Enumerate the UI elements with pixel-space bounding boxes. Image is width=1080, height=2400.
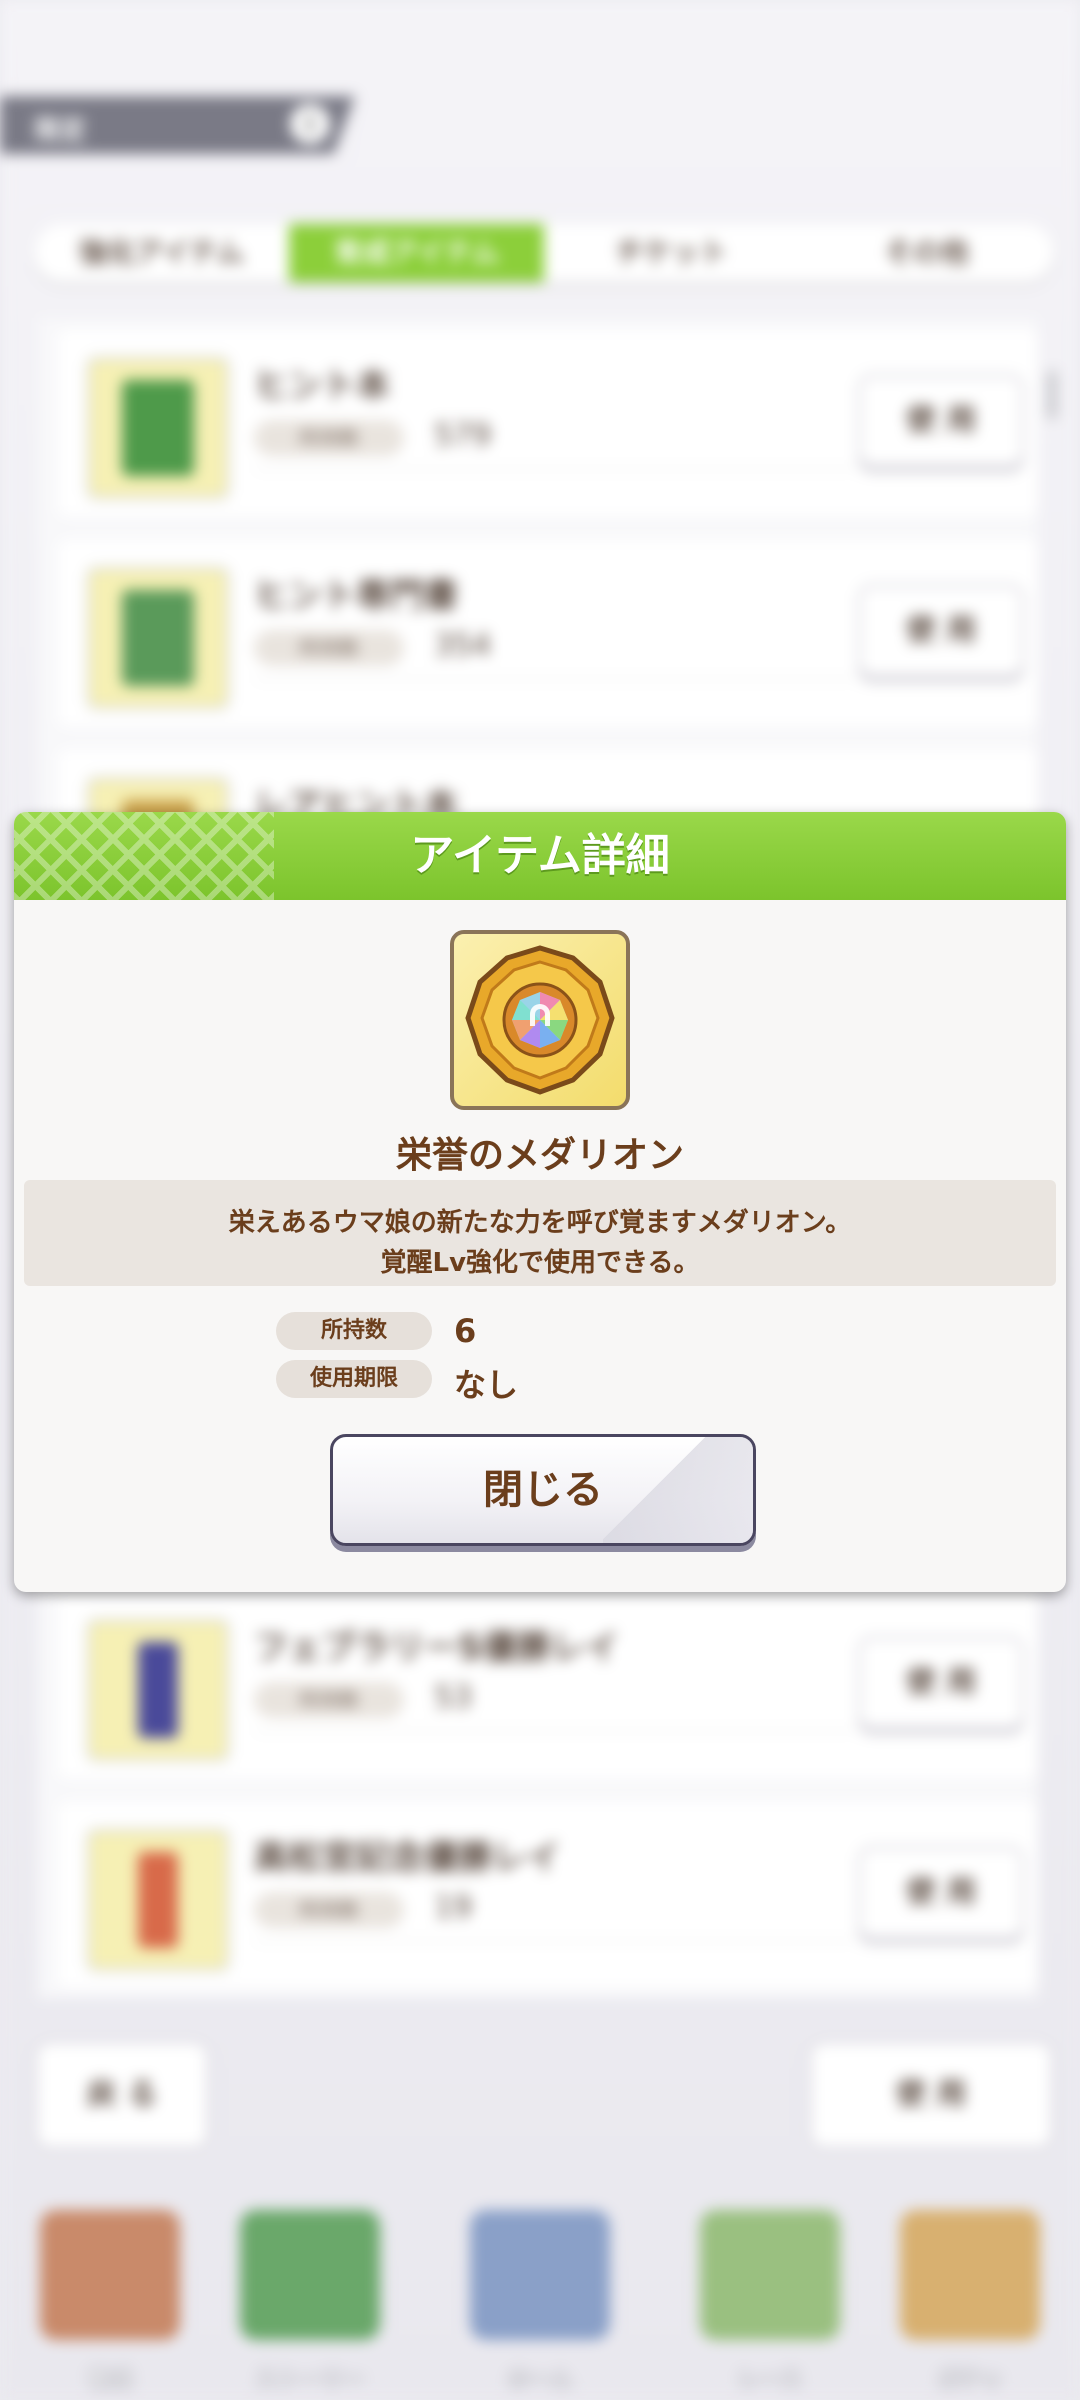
owned-count-label: 所持数	[276, 1312, 432, 1350]
nav-gacha[interactable]: ガチャ	[870, 2190, 1070, 2400]
item-name: ヒント専門書	[254, 576, 458, 616]
divider	[254, 678, 854, 680]
item-count: 354	[434, 628, 492, 663]
list-item: ヒント本 所持数 579 使 用	[58, 330, 1038, 516]
count-label: 所持数	[254, 630, 404, 666]
owned-count-value: 6	[454, 1312, 477, 1350]
nav-home[interactable]: ホーム	[440, 2190, 640, 2400]
tab-others[interactable]: その他	[799, 224, 1054, 282]
item-thumbnail	[86, 1618, 230, 1762]
nav-label: ホーム	[507, 2368, 573, 2393]
divider	[254, 1940, 854, 1942]
gacha-icon	[900, 2210, 1040, 2340]
item-count: 579	[434, 418, 492, 453]
item-name: ヒント本	[254, 366, 390, 406]
use-button[interactable]: 使 用	[858, 1636, 1024, 1730]
info-icon[interactable]: i	[290, 104, 330, 144]
item-thumbnail	[86, 566, 230, 710]
description-line: 栄えあるウマ娘の新たな力を呼び覚ますメダリオン。	[228, 1208, 852, 1238]
close-button-label: 閉じる	[483, 1467, 603, 1513]
building-icon	[470, 2210, 610, 2340]
item-thumbnail	[86, 1828, 230, 1972]
count-label: 所持数	[254, 420, 404, 456]
item-category-tabs: 強化アイテム 育成アイテム チケット その他	[34, 224, 1054, 282]
nav-training[interactable]: 育成	[10, 2190, 210, 2400]
nav-story[interactable]: ストーリー	[210, 2190, 410, 2400]
count-label: 所持数	[254, 1892, 404, 1928]
item-count: 53	[434, 1680, 473, 1715]
item-description: 栄えあるウマ娘の新たな力を呼び覚ますメダリオン。 覚醒Lv強化で使用できる。	[24, 1180, 1056, 1286]
screen-header-title: 限定	[34, 116, 87, 146]
divider	[254, 1730, 854, 1732]
sash-icon	[138, 1852, 178, 1948]
nav-label: ガチャ	[937, 2368, 1003, 2393]
use-button[interactable]: 使 用	[858, 584, 1024, 678]
book-icon	[122, 590, 194, 686]
expiry-label: 使用期限	[276, 1360, 432, 1398]
count-label: 所持数	[254, 1682, 404, 1718]
item-name: 高松宮記念優勝レイ	[254, 1838, 560, 1878]
nav-race[interactable]: レース	[670, 2190, 870, 2400]
book-icon	[240, 2210, 380, 2340]
list-item: 高松宮記念優勝レイ 所持数 19 使 用	[58, 1802, 1038, 1988]
dialog-header: アイテム詳細	[14, 812, 1066, 900]
nav-label: 育成	[87, 2368, 132, 2393]
dialog-title: アイテム詳細	[410, 830, 670, 881]
bottom-nav: 育成 ストーリー ホーム レース ガチャ	[0, 2190, 1080, 2400]
item-thumbnail	[86, 356, 230, 500]
divider	[254, 468, 854, 470]
confirm-use-button[interactable]: 使 用	[808, 2040, 1054, 2150]
use-button[interactable]: 使 用	[858, 1846, 1024, 1940]
back-button[interactable]: 戻 る	[34, 2040, 210, 2150]
close-button[interactable]: 閉じる	[330, 1434, 756, 1546]
character-icon	[40, 2210, 180, 2340]
item-detail-dialog: アイテム詳細 栄誉のメダリオン 栄えあるウマ娘の新たな力を呼び覚ますメダリオン。…	[14, 812, 1066, 1592]
screen-header: 限定 i	[0, 96, 355, 154]
item-name-title: 栄誉のメダリオン	[395, 1135, 684, 1176]
nav-label: ストーリー	[254, 2368, 365, 2393]
book-icon	[122, 380, 194, 476]
item-count: 19	[434, 1890, 473, 1925]
description-line: 覚醒Lv強化で使用できる。	[380, 1248, 700, 1278]
list-item: フェブラリーS優勝レイ 所持数 53 使 用	[58, 1592, 1038, 1778]
tab-tickets[interactable]: チケット	[544, 224, 799, 282]
item-name: フェブラリーS優勝レイ	[254, 1628, 619, 1668]
medallion-icon	[450, 930, 630, 1110]
tab-enhance-items[interactable]: 強化アイテム	[34, 224, 289, 282]
list-item: ヒント専門書 所持数 354 使 用	[58, 540, 1038, 726]
sash-icon	[138, 1642, 178, 1738]
race-icon	[700, 2210, 840, 2340]
expiry-value: なし	[454, 1366, 519, 1404]
use-button[interactable]: 使 用	[858, 374, 1024, 468]
nav-label: レース	[737, 2368, 803, 2393]
tab-training-items[interactable]: 育成アイテム	[289, 224, 544, 282]
list-scrollbar[interactable]	[1047, 370, 1057, 420]
